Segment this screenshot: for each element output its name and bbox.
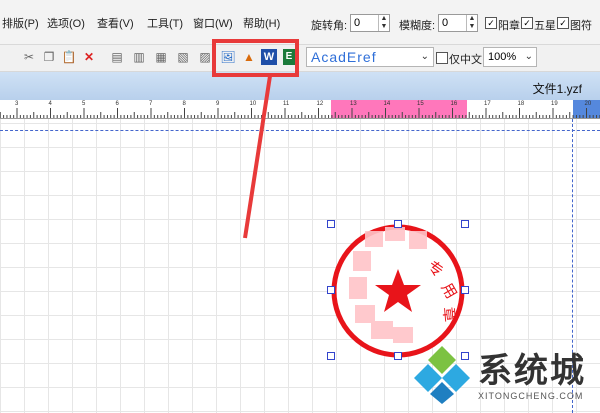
watermark-text: 系统城 [478, 352, 586, 390]
watermark-url: XITONGCHENG.COM [478, 391, 584, 401]
watermark-logo-icon [414, 346, 470, 404]
